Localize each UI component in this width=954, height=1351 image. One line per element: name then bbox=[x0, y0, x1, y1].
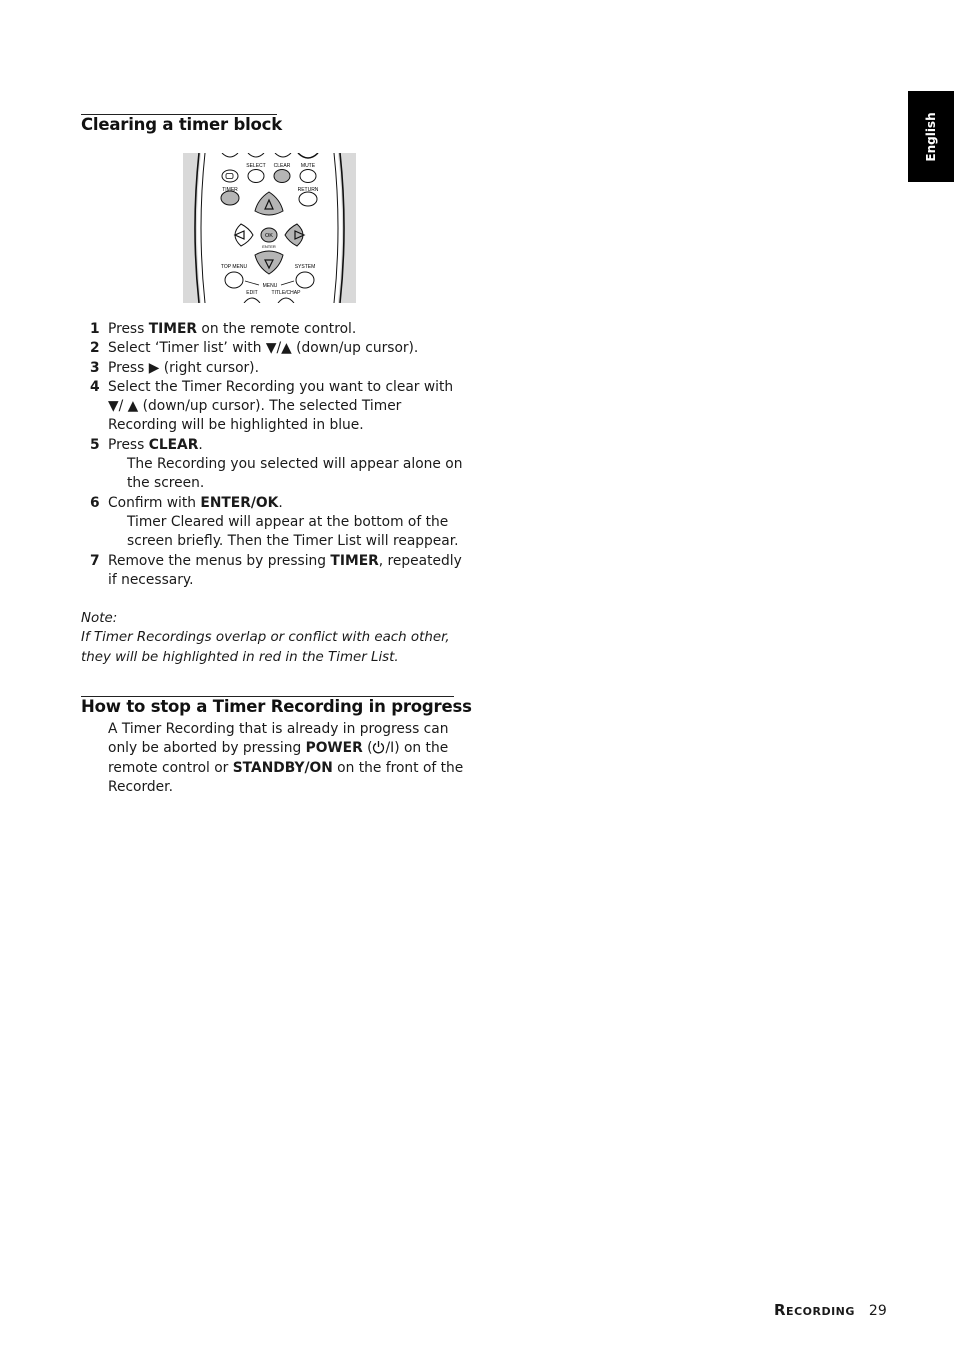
label-ok: OK bbox=[265, 233, 273, 239]
label-system: SYSTEM bbox=[295, 264, 316, 270]
step-item: 5 Press CLEAR. The Recording you selected … bbox=[81, 436, 466, 494]
step-text: . bbox=[278, 494, 283, 511]
page-footer: Recording 29 bbox=[774, 1301, 887, 1319]
key-name: TIMER bbox=[148, 321, 198, 337]
label-menu: MENU bbox=[263, 283, 278, 289]
key-name: ENTER/OK bbox=[200, 494, 279, 511]
note-text: If Timer Recordings overlap or conflict … bbox=[81, 630, 450, 665]
step-item: 3 Press ▶ (right cursor). bbox=[81, 359, 466, 378]
step-item: 7 Remove the menus by pressing TIMER, rep… bbox=[81, 552, 466, 591]
clear-button bbox=[273, 169, 291, 183]
standby-key: STANDBY/ON bbox=[232, 759, 333, 776]
step-text: Press bbox=[108, 436, 149, 453]
step-number: 6 bbox=[90, 494, 100, 511]
note-label: Note: bbox=[81, 611, 118, 626]
step-text: . bbox=[198, 436, 203, 453]
subtitle-button bbox=[221, 169, 239, 183]
footer-section: Recording bbox=[774, 1301, 855, 1319]
step-number: 7 bbox=[90, 552, 100, 569]
power-key: POWER bbox=[305, 740, 363, 757]
label-enter: ENTER bbox=[262, 244, 276, 249]
step-item: 4 Select the Timer Recording you want to … bbox=[81, 378, 466, 436]
step-result: Timer Cleared will appear at the bottom … bbox=[127, 513, 459, 550]
timer-button bbox=[220, 190, 240, 206]
step-item: 1 Press TIMER on the remote control. bbox=[81, 320, 466, 339]
label-mute: MUTE bbox=[301, 163, 316, 169]
step-number: 5 bbox=[90, 436, 100, 453]
step-number: 4 bbox=[90, 378, 100, 395]
step-item: 6 Confirm with ENTER/OK. Timer Cleared wil… bbox=[81, 494, 466, 552]
step-text: Remove the menus by pressing bbox=[108, 552, 331, 569]
top-menu-button bbox=[224, 271, 244, 289]
step-number: 1 bbox=[90, 321, 100, 337]
label-select: SELECT bbox=[246, 163, 265, 169]
page-number: 29 bbox=[868, 1303, 887, 1319]
label-edit: EDIT bbox=[246, 290, 257, 296]
language-label: English bbox=[924, 111, 938, 162]
remote-control-figure: SELECT CLEAR MUTE TIMER RETURN OK ENTER … bbox=[183, 153, 356, 303]
step-text: Select ‘Timer list’ with ▼/▲ (down/up cu… bbox=[108, 340, 419, 357]
section-title-stop: How to stop a Timer Recording in progres… bbox=[81, 697, 472, 716]
step-text: Press ▶ (right cursor). bbox=[108, 359, 259, 376]
steps-list: 1 Press TIMER on the remote control. 2 Sele… bbox=[81, 320, 466, 590]
mute-button bbox=[299, 169, 317, 183]
para-text: ( bbox=[362, 740, 373, 757]
label-top-menu: TOP MENU bbox=[221, 264, 248, 270]
key-name: TIMER bbox=[330, 552, 379, 569]
step-text: Confirm with bbox=[108, 494, 201, 511]
select-button bbox=[247, 169, 265, 183]
note-block: Note: If Timer Recordings overlap or con… bbox=[81, 609, 466, 667]
step-text: on the remote control. bbox=[197, 321, 357, 337]
power-icon bbox=[373, 741, 385, 754]
key-name: CLEAR bbox=[148, 436, 199, 453]
step-text: Select the Timer Recording you want to c… bbox=[108, 378, 454, 434]
stop-paragraph: A Timer Recording that is already in pro… bbox=[108, 720, 466, 797]
step-number: 3 bbox=[90, 359, 100, 376]
step-result: The Recording you selected will appear a… bbox=[127, 456, 463, 492]
language-tab: English bbox=[908, 91, 954, 182]
label-title-chap: TITLE/CHAP bbox=[272, 290, 302, 296]
step-item: 2 Select ‘Timer list’ with ▼/▲ (down/up c… bbox=[81, 339, 466, 358]
section-title-clearing: Clearing a timer block bbox=[81, 115, 283, 134]
step-number: 2 bbox=[90, 340, 100, 357]
return-button bbox=[298, 191, 318, 207]
system-button bbox=[295, 271, 315, 289]
step-text: Press bbox=[108, 321, 149, 337]
label-clear: CLEAR bbox=[274, 163, 291, 169]
